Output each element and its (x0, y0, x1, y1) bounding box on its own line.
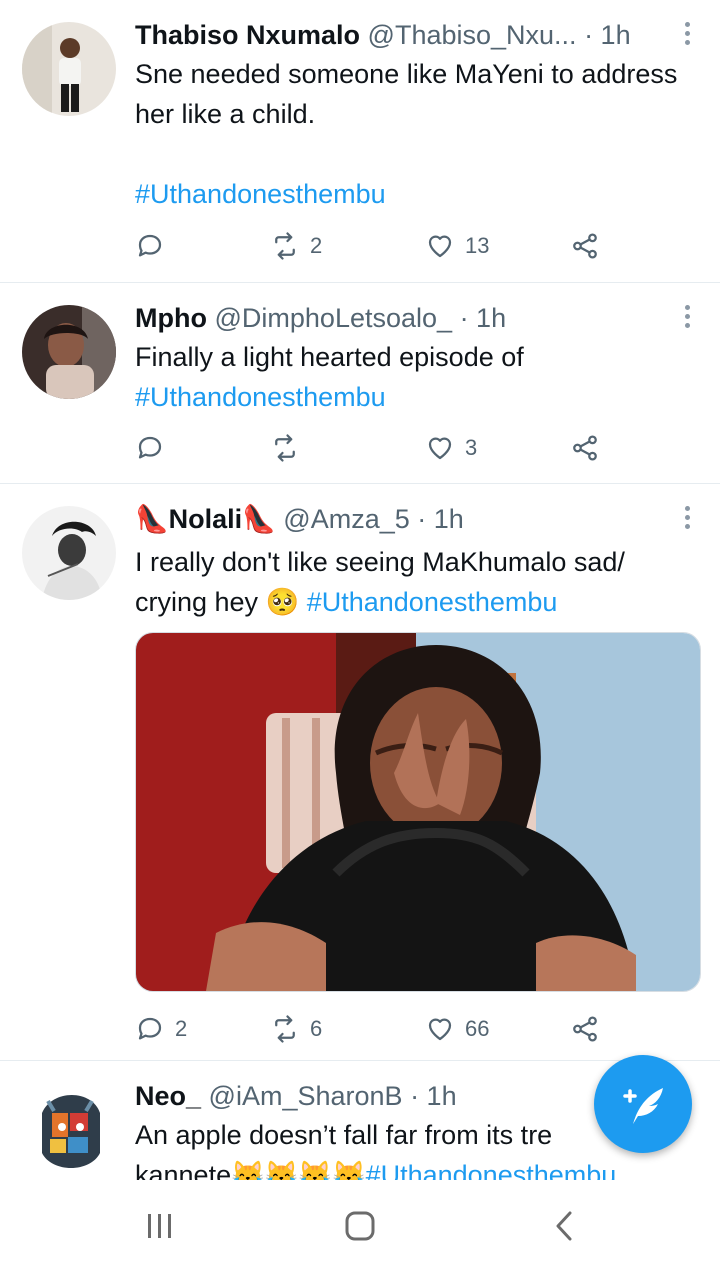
tweet-text-line-2: kannete😹😹😹😹#Uthandonesthembu (135, 1155, 692, 1181)
system-navigation-bar (0, 1180, 720, 1265)
more-options-icon[interactable] (680, 506, 694, 534)
timestamp[interactable]: · 1h (410, 1081, 457, 1111)
avatar[interactable] (22, 22, 116, 116)
author-name[interactable]: Thabiso Nxumalo (135, 20, 360, 50)
more-options-icon[interactable] (680, 22, 694, 50)
like-count: 3 (465, 435, 478, 460)
name-emoji: 👠 (242, 504, 276, 534)
tweet-actions: 3 (135, 428, 615, 468)
recents-icon (148, 1214, 171, 1238)
share-button[interactable] (570, 1009, 600, 1049)
hashtag-link[interactable]: #Uthandonesthembu (307, 587, 558, 617)
tweet-1[interactable]: Thabiso Nxumalo @Thabiso_Nxu... · 1h Sne… (0, 0, 720, 283)
tweet-text: Sne needed someone like MaYeni to addres… (135, 59, 678, 129)
share-icon (573, 233, 597, 259)
share-icon (573, 1016, 597, 1042)
reply-button[interactable]: 2 (135, 1009, 187, 1049)
timestamp[interactable]: · 1h (460, 303, 507, 333)
author-handle[interactable]: @DimphoLetsoalo_ (215, 303, 453, 333)
tweet-actions: 2 6 66 (135, 1009, 615, 1049)
name-emoji: 👠 (135, 504, 169, 534)
reply-button[interactable] (135, 428, 175, 468)
timestamp[interactable]: · 1h (584, 20, 631, 50)
tweet-text: kannete (135, 1160, 232, 1181)
heart-icon (428, 235, 452, 258)
home-icon (345, 1211, 375, 1241)
author-name[interactable]: Mpho (135, 303, 207, 333)
retweet-icon (275, 1015, 295, 1043)
back-button[interactable] (545, 1210, 585, 1244)
avatar[interactable] (22, 506, 116, 600)
tweet-text: I really don't like seeing MaKhumalo sad… (135, 547, 625, 577)
author-handle[interactable]: @iAm_SharonB (209, 1081, 403, 1111)
share-button[interactable] (570, 428, 600, 468)
emoji: 🥺 (265, 587, 300, 617)
recents-button[interactable] (140, 1210, 180, 1244)
like-button[interactable]: 13 (425, 226, 489, 266)
back-icon (556, 1211, 572, 1241)
tweet-text: Finally a light hearted episode of (135, 342, 524, 372)
hashtag-link[interactable]: #Uthandonesthembu (135, 377, 692, 417)
author-name[interactable]: Neo_ (135, 1081, 201, 1111)
like-button[interactable]: 3 (425, 428, 477, 468)
reply-icon (138, 1017, 162, 1040)
reply-icon (138, 436, 162, 459)
heart-icon (428, 437, 452, 460)
timestamp[interactable]: · 1h (417, 504, 464, 534)
tweet-header: 👠Nolali👠 @Amza_5 · 1h (135, 500, 660, 538)
author-handle[interactable]: @Amza_5 (283, 504, 409, 534)
hashtag-link[interactable]: #Uthandonesthembu (366, 1160, 617, 1181)
retweet-count: 6 (310, 1016, 323, 1041)
author-handle[interactable]: @Thabiso_Nxu... (368, 20, 577, 50)
share-button[interactable] (570, 226, 600, 266)
reply-icon (138, 234, 162, 257)
like-button[interactable]: 66 (425, 1009, 489, 1049)
home-button[interactable] (340, 1210, 380, 1244)
tweet-text-line-2: crying hey 🥺 #Uthandonesthembu (135, 582, 692, 622)
tweet-text: crying hey (135, 587, 259, 617)
avatar[interactable] (22, 1083, 116, 1177)
emoji: 😹😹😹😹 (231, 1160, 366, 1181)
reply-button[interactable] (135, 226, 175, 266)
author-name[interactable]: Nolali (169, 504, 243, 534)
tweet-header: Mpho @DimphoLetsoalo_ · 1h (135, 299, 660, 337)
retweet-button[interactable]: 2 (270, 226, 322, 266)
like-count: 66 (465, 1016, 490, 1041)
reply-count: 2 (175, 1016, 188, 1041)
like-count: 13 (465, 233, 490, 258)
tweet-media-image[interactable] (135, 632, 701, 992)
heart-icon (428, 1018, 452, 1041)
more-options-icon[interactable] (680, 305, 694, 333)
retweet-count: 2 (310, 233, 323, 258)
tweet-header: Thabiso Nxumalo @Thabiso_Nxu... · 1h (135, 16, 660, 54)
compose-tweet-icon (623, 1088, 663, 1124)
tweet-actions: 2 13 (135, 226, 615, 266)
hashtag-link[interactable]: #Uthandonesthembu (135, 174, 692, 214)
retweet-icon (275, 232, 295, 260)
retweet-button[interactable]: 6 (270, 1009, 322, 1049)
retweet-button[interactable] (270, 428, 310, 468)
avatar[interactable] (22, 305, 116, 399)
share-icon (573, 435, 597, 461)
retweet-icon (275, 434, 295, 462)
tweet-2[interactable]: Mpho @DimphoLetsoalo_ · 1h Finally a lig… (0, 283, 720, 484)
compose-tweet-button[interactable] (594, 1055, 692, 1153)
tweet-header: Neo_ @iAm_SharonB · 1h (135, 1077, 660, 1115)
